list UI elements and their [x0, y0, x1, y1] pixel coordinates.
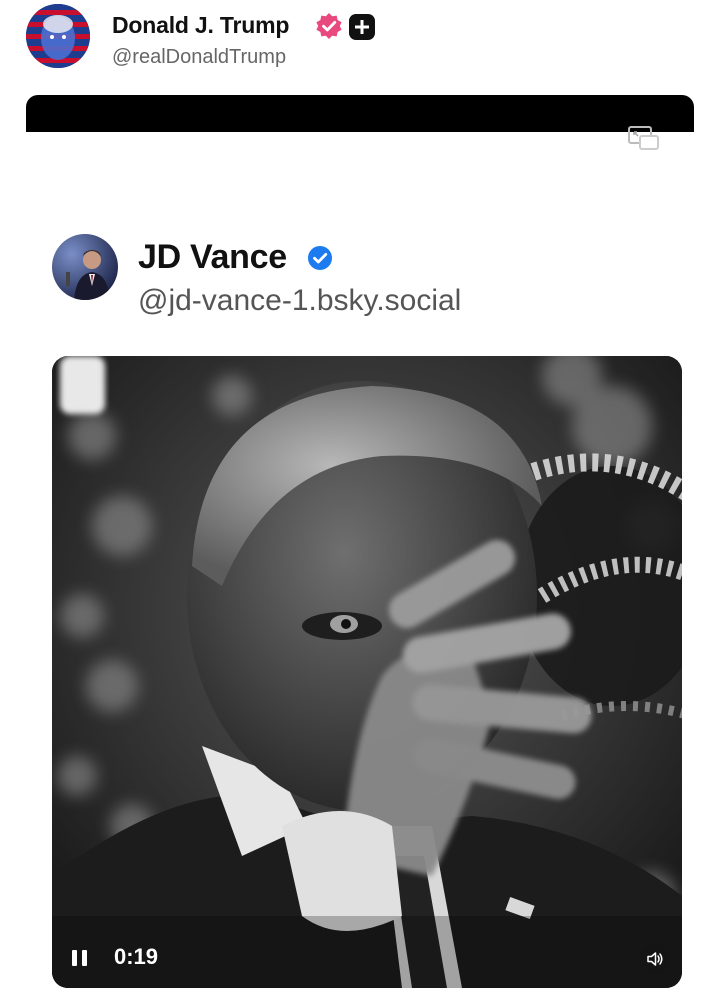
author-name[interactable]: Donald J. Trump — [112, 12, 289, 39]
pause-button[interactable] — [68, 944, 90, 972]
quoted-author-avatar[interactable] — [52, 234, 118, 300]
video-frame — [52, 356, 682, 988]
picture-in-picture-icon[interactable] — [626, 124, 662, 154]
media-bar — [26, 95, 694, 132]
post-header: Donald J. Trump @realDonaldTrump — [26, 4, 706, 72]
verified-check-icon — [315, 12, 343, 40]
video-time: 0:19 — [114, 944, 159, 969]
pause-icon — [71, 950, 77, 966]
plus-icon — [349, 14, 375, 40]
author-handle[interactable]: @realDonaldTrump — [112, 46, 286, 69]
volume-button[interactable] — [640, 944, 670, 974]
quoted-author-handle[interactable]: @jd-vance-1.bsky.social — [138, 284, 461, 318]
author-avatar[interactable] — [26, 4, 90, 68]
video-player[interactable]: 0:19 — [52, 356, 682, 988]
volume-icon — [647, 952, 663, 966]
verified-check-icon — [306, 244, 334, 272]
quoted-author-name[interactable]: JD Vance — [138, 238, 287, 277]
